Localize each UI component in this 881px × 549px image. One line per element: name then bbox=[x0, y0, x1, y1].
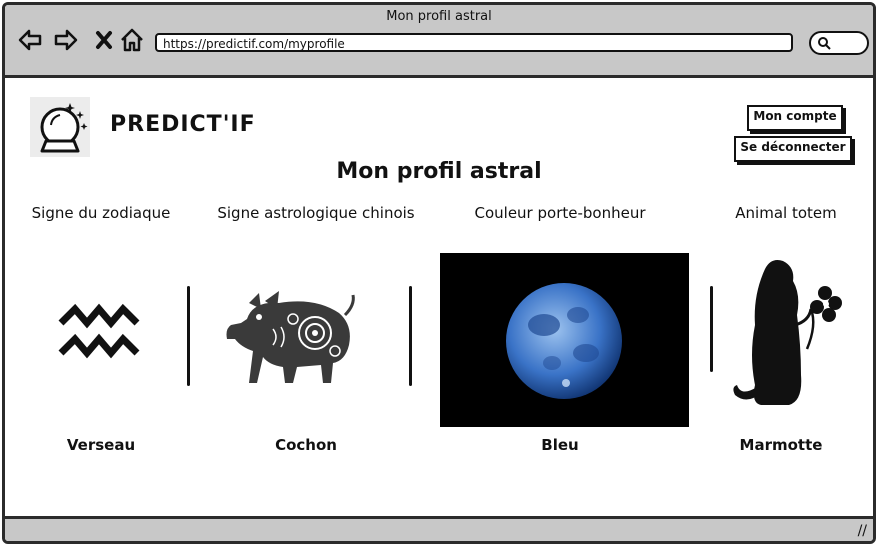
lucky-color-heading: Couleur porte-bonheur bbox=[474, 204, 646, 222]
back-arrow-icon[interactable] bbox=[17, 27, 43, 53]
aquarius-icon bbox=[58, 303, 140, 359]
totem-animal-value: Marmotte bbox=[739, 436, 823, 454]
forward-arrow-icon[interactable] bbox=[53, 27, 79, 53]
browser-toolbar: Mon profil astral https://predictif.com/… bbox=[5, 5, 873, 78]
browser-search-field[interactable] bbox=[809, 31, 869, 55]
page-title: Mon profil astral bbox=[336, 159, 542, 184]
resize-handle-icon[interactable]: // bbox=[858, 523, 867, 539]
zodiac-heading: Signe du zodiaque bbox=[31, 204, 171, 222]
app-logo bbox=[30, 97, 90, 157]
lucky-color-image bbox=[440, 253, 689, 427]
window-title: Mon profil astral bbox=[386, 9, 492, 24]
my-account-button[interactable]: Mon compte bbox=[747, 105, 843, 131]
lucky-color-value: Bleu bbox=[541, 436, 579, 454]
status-bar: // bbox=[5, 516, 873, 541]
column-divider bbox=[409, 286, 412, 386]
home-icon[interactable] bbox=[119, 27, 145, 53]
url-bar[interactable]: https://predictif.com/myprofile bbox=[155, 33, 793, 52]
zodiac-value: Verseau bbox=[66, 436, 136, 454]
marmot-icon bbox=[733, 260, 842, 405]
search-icon bbox=[818, 37, 831, 50]
column-divider bbox=[187, 286, 190, 386]
browser-window: Mon profil astral https://predictif.com/… bbox=[2, 2, 876, 544]
pig-icon bbox=[226, 291, 355, 383]
crystal-ball-icon bbox=[40, 103, 88, 153]
blue-moon-icon bbox=[506, 283, 622, 399]
brand-name: PREDICT'IF bbox=[110, 112, 256, 137]
close-icon[interactable] bbox=[91, 27, 117, 53]
totem-animal-heading: Animal totem bbox=[735, 204, 837, 222]
column-divider bbox=[710, 286, 713, 372]
chinese-sign-value: Cochon bbox=[275, 436, 337, 454]
chinese-sign-heading: Signe astrologique chinois bbox=[217, 204, 415, 222]
